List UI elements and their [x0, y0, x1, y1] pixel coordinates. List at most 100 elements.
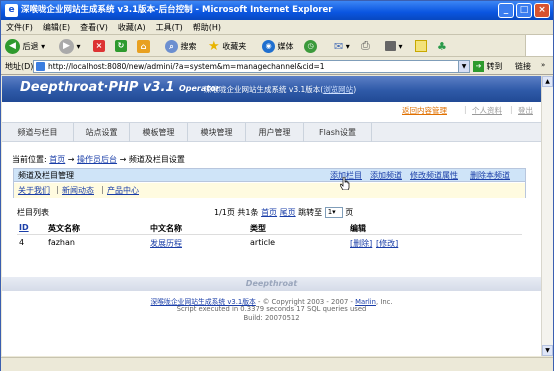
- address-bar: 地址(D) http://localhost:8080/new/admini/?…: [1, 58, 553, 75]
- title-bar: e 深喉咙企业网站生成系统 v3.1版本-后台控制 - Microsoft In…: [1, 1, 553, 20]
- delete-channel-link[interactable]: 删除本频道: [470, 171, 510, 180]
- content-manage-link[interactable]: 返回内容管理: [402, 105, 447, 116]
- address-url: http://localhost:8080/new/admini/?a=syst…: [48, 62, 325, 71]
- panel-title: 频道及栏目管理: [18, 171, 74, 180]
- page-select[interactable]: 1▾: [324, 207, 343, 218]
- address-dropdown-icon[interactable]: ▼: [458, 61, 469, 72]
- logout-link[interactable]: 登出: [518, 105, 533, 116]
- header-id[interactable]: ID: [19, 223, 29, 232]
- header-subtitle: 深喉咙企业网站生成系统 v3.1版本(浏览网站): [204, 85, 357, 94]
- browse-site-link[interactable]: 浏览网站: [323, 85, 353, 94]
- divider: [17, 234, 522, 235]
- forward-button[interactable]: ▶ ▾: [59, 38, 81, 54]
- links-chevron-icon[interactable]: »: [541, 61, 545, 69]
- row-en-name: fazhan: [48, 238, 75, 247]
- tab-templates[interactable]: 模板管理: [130, 123, 188, 142]
- discuss-button[interactable]: [415, 38, 427, 54]
- search-icon: ⌕: [165, 39, 178, 53]
- profile-link[interactable]: 个人资料: [472, 105, 502, 116]
- tab-site-settings[interactable]: 站点设置: [74, 123, 130, 142]
- panel-header: 频道及栏目管理 添加栏目 添加频道 修改频道属性 删除本频道: [14, 169, 525, 182]
- print-button[interactable]: ⎙: [361, 38, 370, 54]
- tab-modules[interactable]: 模块管理: [188, 123, 246, 142]
- breadcrumb-current: 频道及栏目设置: [128, 155, 185, 164]
- messenger-icon: ♣: [437, 39, 447, 53]
- channel-about[interactable]: 关于我们: [18, 185, 50, 196]
- menu-bar: 文件(F) 编辑(E) 查看(V) 收藏(A) 工具(T) 帮助(H): [1, 20, 553, 35]
- forward-arrow-icon: ▶: [59, 38, 74, 54]
- ie-icon: e: [5, 4, 18, 17]
- menu-help[interactable]: 帮助(H): [188, 20, 226, 35]
- print-icon: ⎙: [361, 39, 370, 52]
- search-button[interactable]: ⌕ 搜索: [165, 38, 197, 54]
- breadcrumb-home[interactable]: 首页: [49, 155, 65, 164]
- row-type: article: [250, 238, 276, 247]
- header-en-name: 英文名称: [48, 224, 80, 233]
- go-button[interactable]: ➔ 转到: [473, 60, 503, 73]
- page-content: Deepthroat·PHP v3.1 Operator 深喉咙企业网站生成系统…: [2, 76, 541, 356]
- favorites-button[interactable]: ★ 收藏夹: [208, 38, 246, 54]
- scroll-up-icon[interactable]: ▲: [542, 76, 553, 87]
- media-button[interactable]: ◉ 媒体: [262, 38, 294, 54]
- stop-icon: ×: [93, 40, 105, 52]
- menu-favorites[interactable]: 收藏(A): [113, 20, 151, 35]
- edit-icon: [385, 41, 396, 51]
- edit-button[interactable]: ▾: [385, 38, 403, 54]
- first-page-link[interactable]: 首页: [261, 208, 277, 217]
- delete-row-link[interactable]: [删除]: [350, 238, 372, 249]
- row-cn-name[interactable]: 发展历程: [150, 238, 182, 249]
- minimize-icon[interactable]: _: [498, 3, 514, 18]
- row-id: 4: [19, 238, 25, 247]
- pager: 1/1页 共1条 首页 尾页 跳转至 1▾ 页: [214, 207, 354, 218]
- breadcrumb: 当前位置: 首页 → 操作员后台 → 频道及栏目设置: [12, 155, 185, 164]
- tab-users[interactable]: 用户管理: [246, 123, 304, 142]
- address-label: 地址(D): [5, 62, 34, 71]
- header-cn-name: 中文名称: [150, 224, 182, 233]
- back-button[interactable]: ◀ 后退 ▾: [5, 38, 45, 54]
- menu-file[interactable]: 文件(F): [1, 20, 38, 35]
- breadcrumb-operator[interactable]: 操作员后台: [77, 155, 117, 164]
- refresh-icon: ↻: [115, 40, 127, 52]
- column-list: 栏目列表 1/1页 共1条 首页 尾页 跳转至 1▾ 页 ID 英文名称 中文名…: [13, 203, 526, 257]
- windows-logo: [525, 35, 553, 56]
- go-arrow-icon: ➔: [473, 61, 484, 72]
- history-button[interactable]: ◷: [304, 38, 317, 54]
- mail-button[interactable]: ✉ ▾: [334, 38, 350, 54]
- footer-stats: Script executed in 0.3379 seconds 17 SQL…: [176, 305, 367, 313]
- tab-flash[interactable]: Flash设置: [304, 123, 372, 142]
- stop-button[interactable]: ×: [93, 38, 105, 54]
- header-edit: 编辑: [350, 224, 366, 233]
- top-links: 返回内容管理 | 个人资料 | 登出: [2, 102, 541, 119]
- tab-channels[interactable]: 频道与栏目: [2, 123, 74, 142]
- channel-products[interactable]: 产品中心: [107, 185, 139, 196]
- vertical-scrollbar[interactable]: ▲ ▼: [541, 76, 553, 356]
- channel-list: 关于我们 | 新闻动态 | 产品中心: [14, 183, 525, 198]
- close-icon[interactable]: ×: [534, 3, 550, 18]
- last-page-link[interactable]: 尾页: [280, 208, 296, 217]
- maximize-icon[interactable]: □: [516, 3, 532, 18]
- links-button[interactable]: 链接: [515, 61, 531, 72]
- address-input[interactable]: http://localhost:8080/new/admini/?a=syst…: [33, 60, 470, 73]
- window-title: 深喉咙企业网站生成系统 v3.1版本-后台控制 - Microsoft Inte…: [21, 5, 333, 15]
- nav-tabs: 频道与栏目 站点设置 模板管理 模块管理 用户管理 Flash设置: [2, 122, 541, 142]
- mail-icon: ✉: [334, 39, 344, 53]
- page-icon: [36, 62, 45, 71]
- toolbar: ◀ 后退 ▾ ▶ ▾ × ↻ ⌂ ⌕ 搜索 ★ 收藏夹 ◉ 媒体 ◷ ✉ ▾ ⎙…: [1, 35, 553, 57]
- menu-tools[interactable]: 工具(T): [151, 20, 188, 35]
- app-logo: Deepthroat·PHP v3.1 Operator: [20, 80, 220, 95]
- star-icon: ★: [208, 38, 220, 54]
- status-bar: [1, 357, 553, 371]
- refresh-button[interactable]: ↻: [115, 38, 127, 54]
- edit-channel-link[interactable]: 修改频道属性: [410, 171, 458, 180]
- menu-edit[interactable]: 编辑(E): [38, 20, 75, 35]
- discuss-icon: [415, 40, 427, 52]
- messenger-button[interactable]: ♣: [437, 38, 447, 54]
- back-arrow-icon: ◀: [5, 38, 20, 54]
- add-channel-link[interactable]: 添加频道: [370, 171, 402, 180]
- channel-panel: 频道及栏目管理 添加栏目 添加频道 修改频道属性 删除本频道 关于我们 | 新闻…: [13, 168, 526, 198]
- home-button[interactable]: ⌂: [137, 38, 150, 54]
- channel-news[interactable]: 新闻动态: [62, 185, 94, 196]
- edit-row-link[interactable]: [修改]: [376, 238, 398, 249]
- scroll-down-icon[interactable]: ▼: [542, 345, 553, 356]
- menu-view[interactable]: 查看(V): [75, 20, 113, 35]
